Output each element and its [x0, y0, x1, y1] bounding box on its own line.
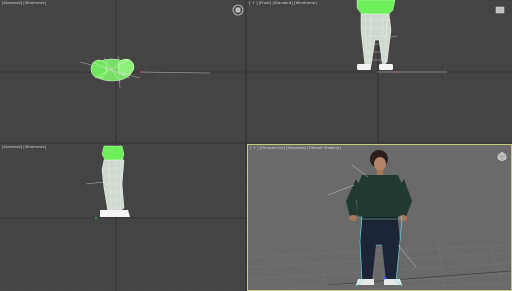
viewcube-icon[interactable]	[232, 4, 244, 16]
left-viewport-label[interactable]: [Standard] [Wireframe]	[2, 145, 46, 149]
perspective-viewport[interactable]: [ + ] [Perspective] [Standard] [Default …	[247, 144, 512, 291]
perspective-grid	[248, 150, 511, 290]
front-viewport-label[interactable]: [ + ] [Front] [Standard] [Wireframe]	[249, 1, 317, 5]
top-viewport-label[interactable]: [Standard] [Wireframe]	[2, 1, 46, 5]
front-viewport[interactable]: [ + ] [Front] [Standard] [Wireframe]	[247, 0, 512, 142]
character-3d-model[interactable]	[327, 150, 417, 287]
perspective-viewport-label[interactable]: [ + ] [Perspective] [Standard] [Default …	[250, 146, 341, 150]
front-grid	[247, 0, 512, 142]
top-viewport[interactable]: [Standard] [Wireframe]	[0, 0, 245, 142]
left-grid	[0, 144, 245, 291]
viewcube-icon[interactable]	[496, 151, 508, 161]
top-grid	[0, 0, 245, 142]
left-viewport[interactable]: [Standard] [Wireframe]	[0, 144, 245, 291]
viewcube-icon[interactable]	[494, 5, 506, 15]
